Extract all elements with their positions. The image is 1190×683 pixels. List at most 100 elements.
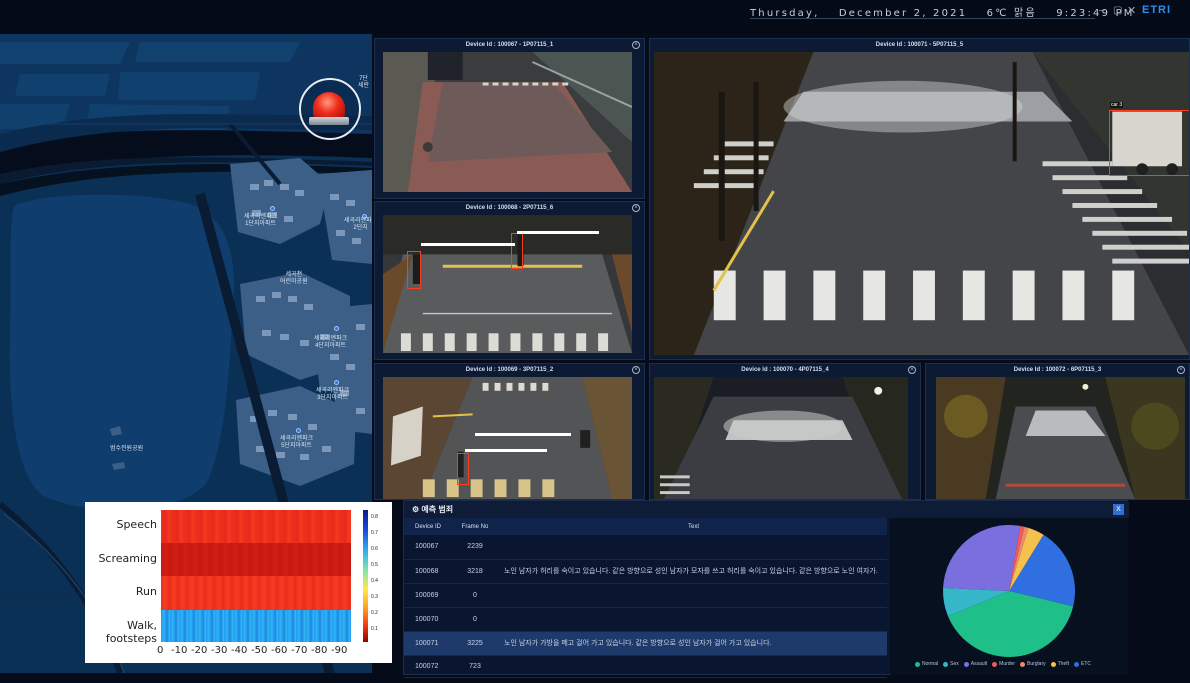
person-detection-box [457, 453, 469, 485]
table-row-selected[interactable]: 100071 3225 노인 남자가 가방을 메고 걸어 가고 있습니다. 같은… [404, 631, 887, 656]
spectrogram-x-tick: -80 [311, 645, 328, 656]
text-cell: 노인 남자가 허리를 숙이고 있습니다. 같은 방향으로 성인 남자가 모자를 … [500, 559, 887, 584]
camera-title: Device Id : 100068 - 2P07115_6 [465, 205, 554, 211]
close-icon[interactable]: × [632, 41, 640, 49]
spectrogram-row-label: Walk, footsteps [105, 619, 157, 645]
table-header-row: Device ID Frame No Text [404, 518, 887, 535]
close-icon[interactable]: ✕ [1127, 4, 1136, 17]
map-label: 세곡천 어린이공원 [280, 272, 308, 285]
spectrogram-band-walk [161, 610, 351, 642]
pie-legend: Normal Sex Assault Murder Burglary Theft ETC [910, 661, 1091, 667]
device-id-cell: 100071 [404, 631, 450, 656]
legend-swatch [1020, 661, 1025, 667]
legend-swatch [963, 661, 969, 667]
legend-label[interactable]: Sex [950, 661, 959, 667]
table-row[interactable]: 100069 0 [404, 583, 887, 608]
restore-icon[interactable]: ▢ [1113, 5, 1122, 16]
camera-feed [936, 377, 1185, 499]
spectrogram-band-run [161, 576, 351, 610]
detection-caption-bar [465, 449, 547, 452]
datetime-display: Thursday, December 2, 2021 6℃ 맑음 9:23:49… [750, 4, 1149, 19]
camera-title: Device Id : 100067 - 1P07115_1 [465, 42, 554, 48]
legend-swatch [1074, 661, 1080, 667]
device-id-cell: 100068 [404, 559, 450, 584]
spectrogram-x-tick: -90 [331, 645, 348, 656]
table-row[interactable]: 100067 2239 [404, 535, 887, 560]
camera-feed [383, 215, 632, 353]
prediction-panel-header: ⚙ 예측 범죄 X [404, 501, 1129, 518]
colorbar-tick: 0.8 [371, 514, 378, 520]
map-label: 세곡리엔파크 3단지아파트 [316, 388, 350, 401]
crime-prediction-panel: ⚙ 예측 범죄 X Device ID Frame No Text 100067… [403, 500, 1129, 678]
map-label: 7단 세란 [358, 76, 370, 89]
person-detection-box [407, 251, 421, 289]
frame-no-cell: 3218 [450, 559, 500, 584]
camera-panel[interactable]: Device Id : 100067 - 1P07115_1 × [374, 38, 645, 199]
text-cell [500, 535, 887, 560]
close-icon[interactable]: × [632, 204, 640, 212]
spectrogram-x-tick: -50 [251, 645, 268, 656]
spectrogram-x-tick: -20 [191, 645, 208, 656]
spectrogram-band-screaming [161, 543, 351, 576]
audio-event-spectrogram: Speech Screaming Run Walk, footsteps 0 -… [85, 502, 392, 663]
detection-caption-bar [475, 433, 571, 436]
close-icon[interactable]: × [1177, 366, 1185, 374]
map-pin[interactable] [334, 326, 339, 331]
legend-label[interactable]: ETC [1081, 661, 1091, 667]
camera-panel[interactable]: Device Id : 100072 - 6P07115_3 × [925, 363, 1190, 500]
device-id-cell: 100072 [404, 655, 450, 678]
camera-panel[interactable]: Device Id : 100069 - 3P07115_2 × [374, 363, 645, 500]
pie-slice-assault[interactable] [943, 525, 1021, 591]
camera-panel[interactable]: Device Id : 100068 - 2P07115_6 × [374, 201, 645, 360]
spectrogram-row-label: Run [135, 585, 157, 598]
siren-icon[interactable] [299, 78, 361, 140]
colorbar-tick: 0.3 [371, 594, 378, 600]
legend-label[interactable]: Theft [1058, 661, 1069, 667]
table-row[interactable]: 100070 0 [404, 607, 887, 632]
text-cell: 노인 남자가 가방을 메고 걸어 가고 있습니다. 같은 방향으로 성인 남자가… [500, 631, 887, 656]
prediction-table: Device ID Frame No Text 100067 2239 1000… [404, 518, 887, 678]
legend-swatch [915, 661, 920, 667]
prediction-close-button[interactable]: X [1113, 504, 1124, 515]
top-bar: Thursday, December 2, 2021 6℃ 맑음 9:23:49… [0, 0, 1190, 34]
map-label: 범수전원공원 [110, 446, 144, 452]
detection-caption-bar [517, 231, 599, 234]
camera-feed [654, 377, 908, 499]
spectrogram-row-label: Speech [116, 518, 157, 531]
text-cell [500, 655, 887, 678]
legend-label[interactable]: Murder [999, 661, 1015, 667]
frame-no-cell: 723 [450, 655, 500, 678]
camera-title: Device Id : 100071 - 5P07115_5 [875, 42, 964, 48]
map-label: 세곡리엔파크 5단지아파트 [280, 436, 314, 449]
legend-label[interactable]: Assault [971, 661, 987, 667]
minimize-icon[interactable]: – [1099, 5, 1105, 16]
column-header-text[interactable]: Text [500, 518, 887, 535]
map-pin[interactable] [270, 206, 275, 211]
legend-label[interactable]: Normal [922, 661, 938, 667]
camera-title: Device Id : 100069 - 3P07115_2 [465, 367, 554, 373]
map-pin[interactable] [334, 380, 339, 385]
camera-frame [383, 377, 632, 499]
crime-type-pie-chart: Normal Sex Assault Murder Burglary Theft ETC [890, 518, 1128, 675]
table-row[interactable]: 100068 3218 노인 남자가 허리를 숙이고 있습니다. 같은 방향으로… [404, 559, 887, 584]
camera-feed: car 3 [654, 52, 1189, 355]
camera-title: Device Id : 100070 - 4P07115_4 [741, 367, 829, 373]
spectrogram-colorbar [363, 510, 368, 642]
close-icon[interactable]: × [908, 366, 916, 374]
column-header-frame-no[interactable]: Frame No [450, 518, 500, 535]
vehicle-detection-box [1109, 110, 1189, 176]
legend-swatch [992, 661, 998, 667]
spectrogram-row-label: Screaming [98, 552, 157, 565]
legend-swatch [1050, 661, 1056, 667]
camera-panel[interactable]: Device Id : 100070 - 4P07115_4 × [649, 363, 921, 500]
map-pin[interactable] [296, 428, 301, 433]
table-row[interactable]: 100072 723 [404, 655, 887, 678]
prediction-panel-title: ⚙ 예측 범죄 [412, 504, 453, 515]
camera-feed [383, 377, 632, 499]
colorbar-tick: 0.1 [371, 626, 378, 632]
close-icon[interactable]: × [632, 366, 640, 374]
camera-panel[interactable]: Device Id : 100071 - 5P07115_5 car 3 [649, 38, 1190, 360]
legend-label[interactable]: Burglary [1027, 661, 1046, 667]
text-cell [500, 607, 887, 632]
column-header-device-id[interactable]: Device ID [404, 518, 450, 535]
